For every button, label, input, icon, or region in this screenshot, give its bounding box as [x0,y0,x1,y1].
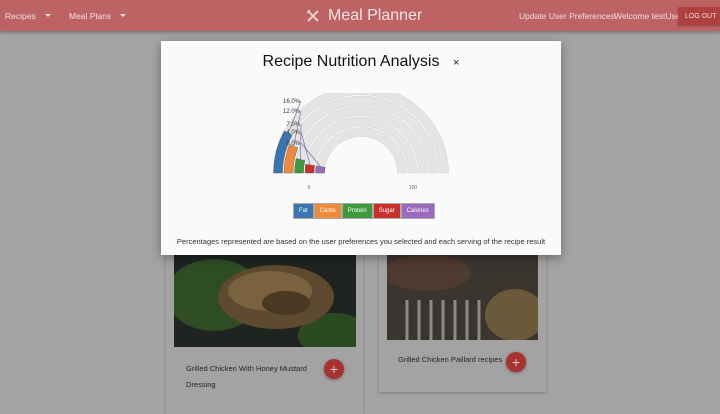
add-recipe-button[interactable]: + [324,359,344,379]
nutrition-modal: Recipe Nutrition Analysis × 16.0% 12.0% 7.… [161,41,561,255]
chart-axis-max-label: 100 [409,185,418,191]
chart-bar-protein [294,158,306,174]
recipe-title[interactable]: Grilled Chicken Paillard recipes [398,352,518,368]
plus-icon: + [329,361,339,377]
recipe-title[interactable]: Grilled Chicken With Honey Mustard Dress… [186,361,311,393]
brand-name: Meal Planner [328,6,423,24]
legend-item-fat: Fat [293,203,314,219]
recipe-card[interactable]: Grilled Chicken With Honey Mustard Dress… [166,245,363,414]
chart-tick-label: 16.0% [283,99,301,105]
logout-button[interactable]: LOG OUT [678,7,720,25]
chart-tick-label: 7.0% [286,122,300,128]
recipe-image [387,255,538,340]
chart-bar-calories [315,165,326,174]
close-icon[interactable]: × [453,57,459,69]
legend-item-carbs: Carbs [313,203,342,219]
meal-plans-dropdown[interactable]: Meal Plans [69,0,127,31]
chart-bar-sugar [304,164,315,174]
plus-icon: + [511,354,521,370]
recipe-image [174,255,356,347]
chart-axis-min-label: 0 [308,185,311,191]
recipe-card[interactable]: Grilled Chicken Paillard recipes + [379,245,546,392]
chart-tick-label: 12.0% [283,109,301,115]
nutrition-radial-chart: 16.0% 12.0% 7.0% 4.0% 0.0% 0 100 [273,93,449,191]
meal-plans-dropdown-label: Meal Plans [69,10,112,21]
update-preferences-link[interactable]: Update User Preferences [519,0,615,31]
chart-tick-label: 4.0% [286,130,300,136]
chevron-down-icon [120,14,127,17]
welcome-text: Welcome testUser [614,10,684,21]
chart-legend: Fat Carbs Protein Sugar Calories [293,203,435,219]
top-navbar: Recipes Meal Plans Meal Planner Update U… [0,0,720,31]
modal-footnote: Percentages represented are based on the… [176,237,546,246]
chevron-down-icon [44,14,51,17]
fork-knife-icon [306,9,319,22]
chart-tick-label: 0.0% [286,141,300,147]
legend-item-calories: Calories [400,203,435,219]
legend-item-protein: Protein [341,203,373,219]
recipes-dropdown[interactable]: Recipes [5,0,51,31]
legend-item-sugar: Sugar [372,203,401,219]
modal-title: Recipe Nutrition Analysis [262,53,440,70]
recipes-dropdown-label: Recipes [5,10,36,21]
brand[interactable]: Meal Planner [306,0,422,31]
add-recipe-button[interactable]: + [506,352,526,372]
